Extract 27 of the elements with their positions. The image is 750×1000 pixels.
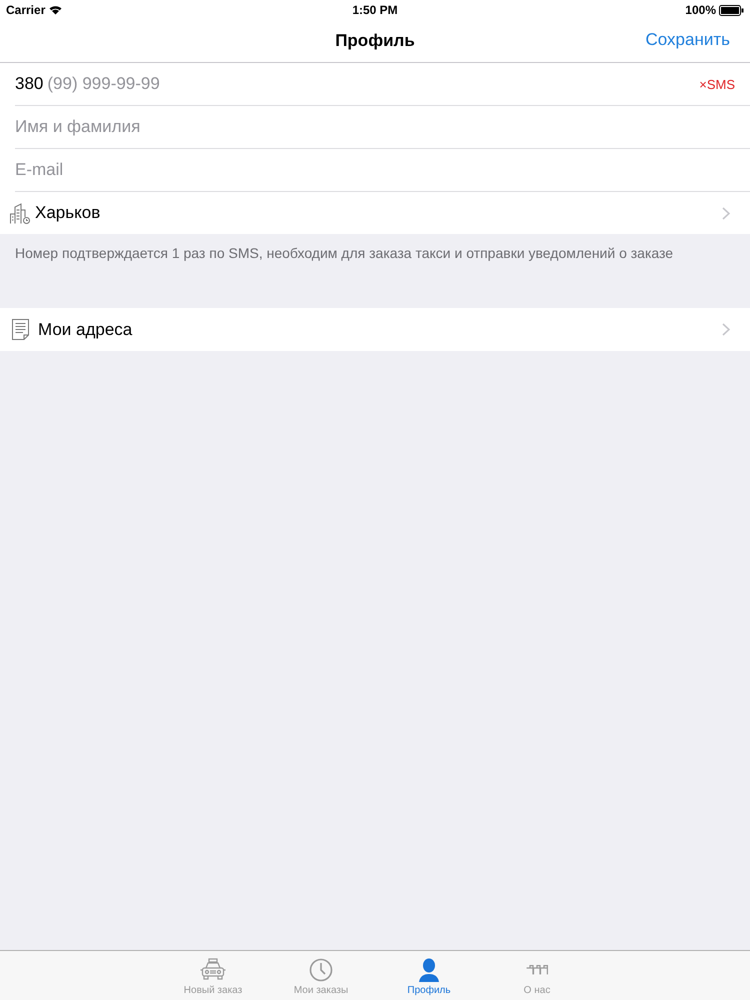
battery-percent: 100%: [685, 3, 716, 17]
text-field[interactable]: Имя и фамилия: [15, 115, 730, 139]
battery-icon: [719, 4, 744, 16]
clock-icon: [308, 958, 334, 982]
city-row[interactable]: Харьков: [0, 192, 750, 234]
document-icon: [12, 319, 29, 340]
phone-field[interactable]: (99) 999-99-99: [47, 72, 700, 96]
status-time: 1:50 PM: [352, 3, 398, 17]
phone-prefix: 380: [15, 74, 44, 94]
tab-item[interactable]: Мои заказы: [267, 951, 375, 1000]
chevron-right-icon: [722, 323, 730, 336]
chevron-right-icon: [722, 206, 730, 220]
carrier-label: Carrier: [6, 3, 46, 17]
menu-item[interactable]: Мои адреса: [0, 308, 750, 351]
save-button[interactable]: Сохранить: [646, 30, 730, 50]
tab-item[interactable]: Новый заказ: [159, 951, 267, 1000]
sms-button[interactable]: ×SMS: [699, 76, 735, 92]
text-field[interactable]: E-mail: [15, 158, 730, 182]
page-title: Профиль: [335, 31, 415, 51]
wifi-icon: [49, 5, 62, 15]
person-icon: [416, 958, 442, 982]
tab-item[interactable]: Профиль: [375, 951, 483, 1000]
hint-text: Номер подтверждается 1 раз по SMS, необходим для заказа такси и отправки уведомлений о заказе: [15, 245, 674, 261]
taxi-icon: [200, 958, 226, 982]
tab-item[interactable]: О нас: [483, 951, 591, 1000]
buildings-icon: [10, 202, 31, 224]
checker-icon: [526, 965, 548, 975]
